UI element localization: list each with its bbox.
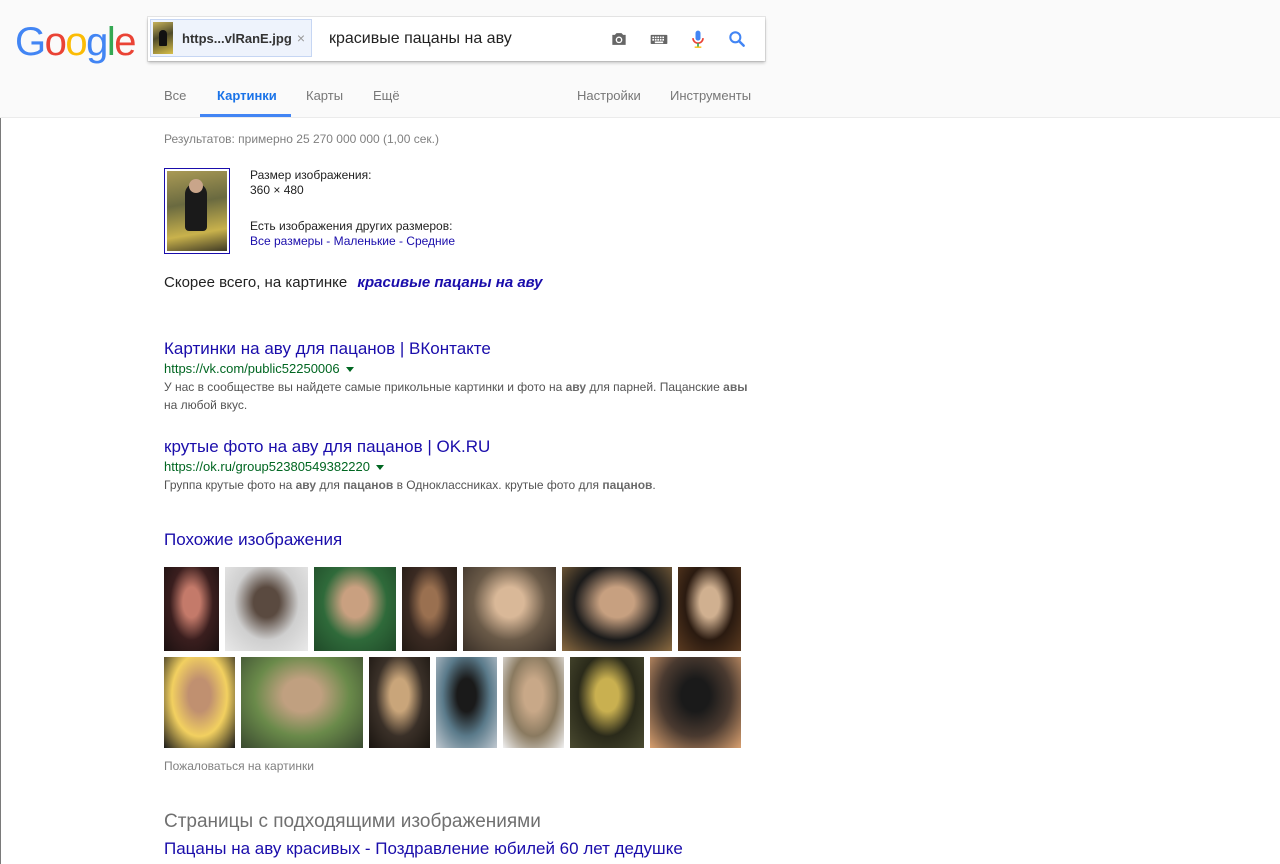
- similar-image-thumbnail[interactable]: [436, 657, 497, 748]
- link-separator: -: [322, 234, 334, 248]
- snippet-text: для: [316, 478, 344, 492]
- similar-image-thumbnail[interactable]: [369, 657, 430, 748]
- result-snippet: Группа крутые фото на аву для пацанов в …: [164, 476, 764, 494]
- url-dropdown-icon[interactable]: [376, 465, 385, 471]
- query-image-head: [189, 179, 203, 193]
- link-medium-sizes[interactable]: Средние: [406, 234, 455, 248]
- search-box[interactable]: https...vlRanE.jpg × красивые пацаны на …: [148, 17, 765, 61]
- logo-letter: g: [86, 20, 108, 64]
- snippet-text: на любой вкус.: [164, 398, 248, 412]
- best-guess-link[interactable]: красивые пацаны на аву: [357, 274, 542, 291]
- link-all-sizes[interactable]: Все размеры: [250, 234, 323, 248]
- matching-pages-heading: Страницы с подходящими изображениями: [164, 811, 541, 832]
- similar-image-thumbnail[interactable]: [503, 657, 564, 748]
- result-title-link[interactable]: крутые фото на аву для пацанов | OK.RU: [164, 436, 764, 458]
- search-icon[interactable]: [726, 29, 748, 49]
- snippet-highlight: пацанов: [343, 478, 394, 492]
- search-result: Картинки на аву для пацанов | ВКонтакте …: [164, 338, 764, 414]
- logo-letter: o: [44, 20, 67, 64]
- keyboard-icon[interactable]: [648, 29, 670, 49]
- result-url-text: https://ok.ru/group52380549382220: [164, 459, 371, 474]
- logo-letter: l: [106, 20, 116, 64]
- chip-filename: https...vlRanE.jpg: [182, 30, 292, 46]
- image-size-value: 360 × 480: [250, 183, 304, 197]
- search-query-input[interactable]: красивые пацаны на аву: [329, 30, 512, 48]
- similar-image-thumbnail[interactable]: [164, 567, 219, 651]
- similar-image-thumbnail[interactable]: [562, 567, 672, 651]
- tab-tools[interactable]: Инструменты: [670, 88, 751, 103]
- tab-images[interactable]: Картинки: [217, 88, 277, 103]
- chip-close-icon[interactable]: ×: [297, 30, 305, 46]
- search-result: крутые фото на аву для пацанов | OK.RU h…: [164, 436, 764, 494]
- window-left-edge: [0, 0, 1, 864]
- tab-all[interactable]: Все: [164, 88, 186, 103]
- active-tab-indicator: [200, 114, 291, 117]
- snippet-highlight: пацанов: [602, 478, 653, 492]
- other-sizes-label: Есть изображения других размеров:: [250, 219, 453, 233]
- logo-letter: e: [114, 20, 136, 64]
- query-image-thumbnail[interactable]: [164, 168, 230, 254]
- search-image-chip[interactable]: https...vlRanE.jpg ×: [150, 19, 312, 57]
- report-images-link[interactable]: Пожаловаться на картинки: [164, 759, 314, 773]
- header: Google https...vlRanE.jpg × красивые пац…: [0, 0, 1280, 118]
- snippet-highlight: аву: [295, 478, 317, 492]
- link-separator: -: [395, 234, 407, 248]
- best-guess: Скорее всего, на картинке красивые пацан…: [164, 274, 543, 291]
- microphone-icon[interactable]: [687, 29, 709, 49]
- camera-icon[interactable]: [608, 29, 630, 49]
- other-sizes-links: Все размеры - Маленькие - Средние: [250, 234, 455, 248]
- similar-image-thumbnail[interactable]: [241, 657, 363, 748]
- snippet-text: в Одноклассниках. крутые фото для: [393, 478, 603, 492]
- similar-image-thumbnail[interactable]: [650, 657, 741, 748]
- similar-image-thumbnail[interactable]: [164, 657, 235, 748]
- tab-more[interactable]: Ещё: [373, 88, 400, 103]
- similar-image-thumbnail[interactable]: [463, 567, 556, 651]
- snippet-text: .: [652, 478, 656, 492]
- snippet-text: У нас в сообществе вы найдете самые прик…: [164, 380, 566, 394]
- best-guess-prefix: Скорее всего, на картинке: [164, 274, 348, 291]
- logo-letter: o: [65, 20, 87, 64]
- result-snippet: У нас в сообществе вы найдете самые прик…: [164, 378, 764, 414]
- snippet-text: Группа крутые фото на: [164, 478, 296, 492]
- similar-images-heading[interactable]: Похожие изображения: [164, 530, 342, 550]
- snippet-text: для парней. Пацанские: [586, 380, 724, 394]
- result-title-link[interactable]: Картинки на аву для пацанов | ВКонтакте: [164, 338, 764, 360]
- image-size-info: Размер изображения: 360 × 480: [250, 168, 371, 198]
- url-dropdown-icon[interactable]: [345, 367, 354, 373]
- search-tabs: Все Картинки Карты Ещё Настройки Инструм…: [0, 80, 1280, 118]
- snippet-highlight: аву: [565, 380, 587, 394]
- tab-maps[interactable]: Карты: [306, 88, 343, 103]
- results-stats: Результатов: примерно 25 270 000 000 (1,…: [164, 132, 439, 146]
- matching-page-title-link[interactable]: Пацаны на аву красивых - Поздравление юб…: [164, 839, 683, 859]
- similar-image-thumbnail[interactable]: [678, 567, 741, 651]
- result-url[interactable]: https://vk.com/public52250006: [164, 360, 764, 378]
- result-url[interactable]: https://ok.ru/group52380549382220: [164, 458, 764, 476]
- similar-image-thumbnail[interactable]: [570, 657, 644, 748]
- link-small-sizes[interactable]: Маленькие: [334, 234, 396, 248]
- similar-image-thumbnail[interactable]: [314, 567, 396, 651]
- similar-image-thumbnail[interactable]: [225, 567, 308, 651]
- query-image: [167, 171, 227, 251]
- chip-thumbnail: [153, 22, 173, 54]
- snippet-highlight: авы: [723, 380, 748, 394]
- similar-image-thumbnail[interactable]: [402, 567, 457, 651]
- logo-letter: G: [15, 20, 46, 64]
- image-size-label: Размер изображения:: [250, 168, 372, 182]
- tab-settings[interactable]: Настройки: [577, 88, 641, 103]
- result-url-text: https://vk.com/public52250006: [164, 361, 340, 376]
- google-logo[interactable]: Google: [15, 20, 136, 64]
